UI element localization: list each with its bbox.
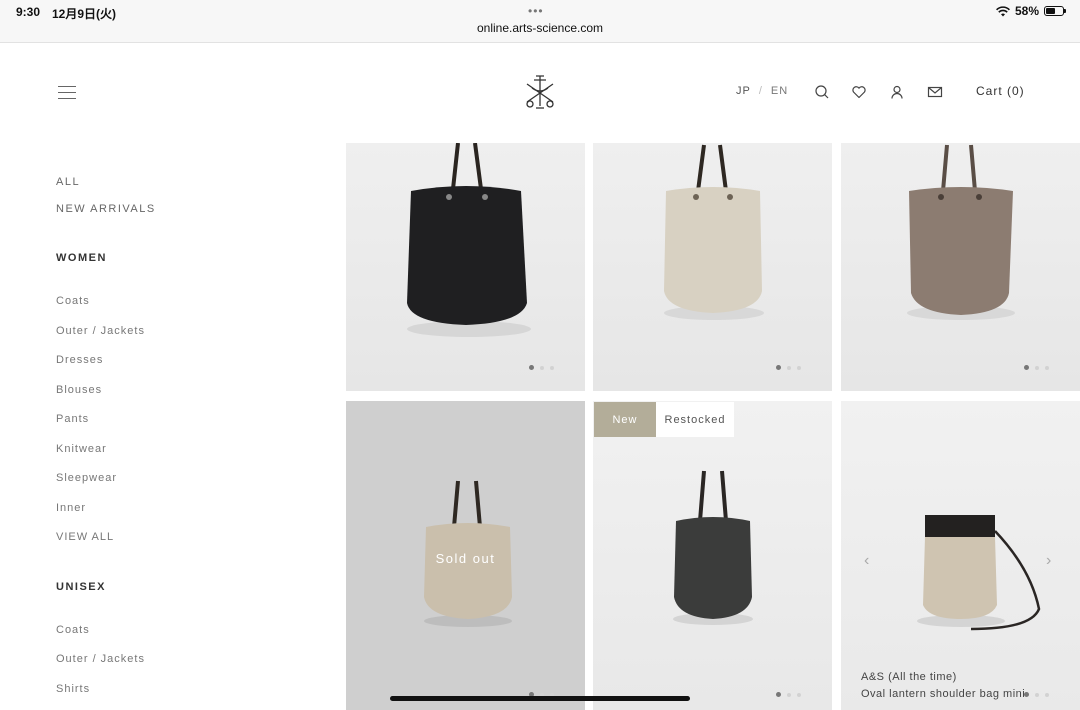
nav-women-view-all[interactable]: VIEW ALL — [56, 531, 114, 543]
nav-women-blouses[interactable]: Blouses — [56, 384, 102, 396]
new-badge: New — [594, 402, 656, 437]
hamburger-menu-icon[interactable] — [58, 86, 76, 99]
product-card[interactable] — [841, 143, 1080, 391]
lang-en-link[interactable]: EN — [771, 85, 788, 97]
status-date: 12月9日(火) — [52, 7, 117, 21]
nav-women-outer-jackets[interactable]: Outer / Jackets — [56, 325, 145, 337]
product-brand: A&S (All the time) — [861, 671, 957, 683]
product-image — [407, 143, 531, 337]
nav-new-arrivals[interactable]: NEW ARRIVALS — [56, 203, 156, 215]
url-bar[interactable]: online.arts-science.com — [0, 21, 1080, 35]
search-icon[interactable] — [814, 84, 830, 100]
nav-women-knitwear[interactable]: Knitwear — [56, 443, 107, 455]
sold-out-overlay: Sold out — [435, 551, 496, 566]
cart-link[interactable]: Cart (0) — [976, 84, 1025, 98]
image-carousel-dots[interactable] — [1024, 692, 1049, 697]
nav-women-pants[interactable]: Pants — [56, 413, 89, 425]
carousel-prev-arrow-icon[interactable]: ‹ — [864, 552, 869, 570]
nav-unisex-outer-jackets[interactable]: Outer / Jackets — [56, 653, 145, 665]
home-indicator[interactable] — [390, 696, 690, 701]
nav-unisex-shirts[interactable]: Shirts — [56, 683, 90, 695]
nav-heading-unisex[interactable]: UNISEX — [56, 581, 106, 593]
arts-and-science-logo-icon[interactable] — [522, 72, 558, 112]
product-name[interactable]: Oval lantern shoulder bag mini — [861, 688, 1025, 700]
image-carousel-dots[interactable] — [529, 365, 554, 370]
mail-envelope-icon[interactable] — [927, 84, 943, 100]
image-carousel-dots[interactable] — [1024, 365, 1049, 370]
lang-separator: / — [758, 85, 763, 97]
nav-women-coats[interactable]: Coats — [56, 295, 90, 307]
favorite-heart-icon[interactable] — [851, 84, 867, 100]
product-image — [673, 470, 753, 625]
product-image — [917, 515, 1041, 631]
status-indicators: 58% — [996, 4, 1066, 18]
nav-heading-women[interactable]: WOMEN — [56, 252, 107, 264]
image-carousel-dots[interactable] — [776, 365, 801, 370]
product-image — [664, 144, 764, 320]
nav-women-dresses[interactable]: Dresses — [56, 354, 103, 366]
restocked-badge: Restocked — [656, 402, 734, 437]
wifi-icon — [996, 5, 1010, 16]
image-carousel-dots[interactable] — [776, 692, 801, 697]
product-card[interactable] — [593, 401, 832, 710]
tab-overview-button[interactable]: ••• — [528, 4, 544, 18]
nav-women-inner[interactable]: Inner — [56, 502, 86, 514]
product-card[interactable] — [593, 143, 832, 391]
lang-jp-link[interactable]: JP — [736, 85, 751, 97]
battery-icon — [1044, 6, 1066, 16]
language-switcher: JP / EN — [736, 85, 788, 97]
nav-women-sleepwear[interactable]: Sleepwear — [56, 472, 117, 484]
product-card[interactable] — [346, 143, 585, 391]
nav-all[interactable]: ALL — [56, 176, 80, 188]
account-user-icon[interactable] — [889, 84, 905, 100]
browser-status-bar: 9:30 12月9日(火) ••• online.arts-science.co… — [0, 0, 1080, 43]
carousel-next-arrow-icon[interactable]: › — [1046, 552, 1051, 570]
product-card[interactable] — [841, 401, 1080, 710]
status-time: 9:30 — [16, 5, 41, 19]
product-image — [907, 144, 1015, 320]
battery-percent: 58% — [1014, 4, 1039, 18]
nav-unisex-coats[interactable]: Coats — [56, 624, 90, 636]
